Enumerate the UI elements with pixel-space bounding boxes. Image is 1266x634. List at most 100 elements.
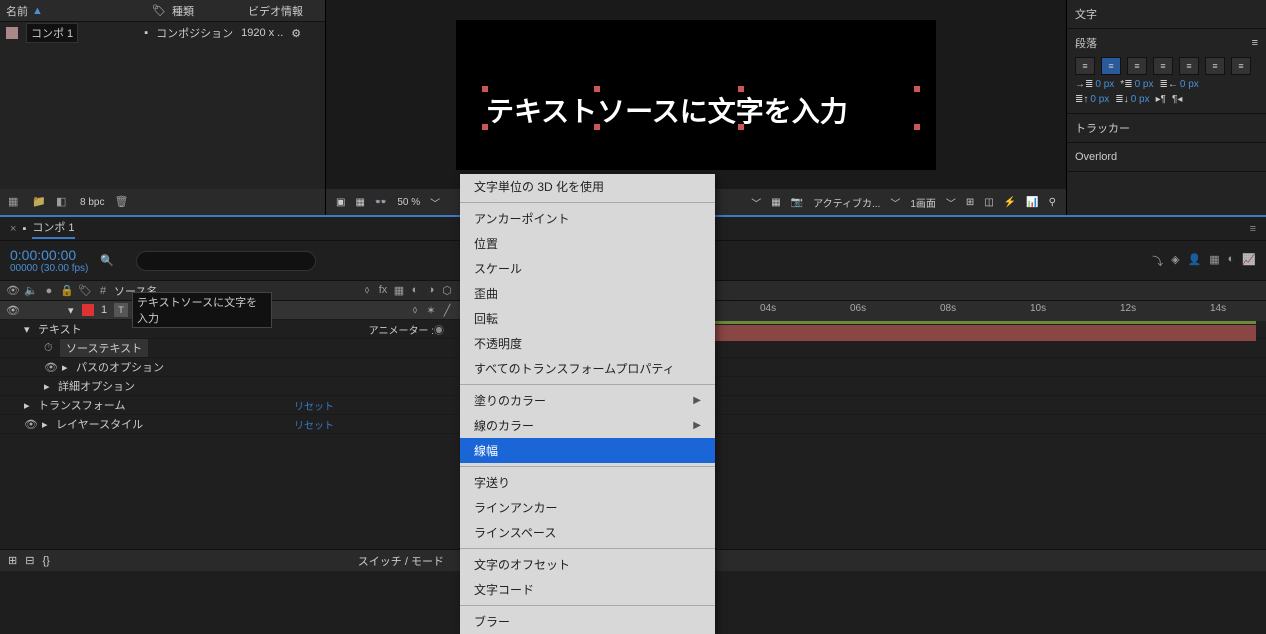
project-item-row[interactable]: コンポ 1 ▪ コンポジション 1920 x .. ⚙ — [0, 22, 325, 44]
menu-item-stroke-color[interactable]: 線のカラー▶ — [460, 413, 715, 438]
grid-icon[interactable]: ▦ — [355, 197, 364, 208]
menu-item-rotation[interactable]: 回転 — [460, 306, 715, 331]
toggle-modes-icon[interactable]: ⊟ — [25, 554, 34, 567]
timeline-search-input[interactable] — [136, 251, 316, 271]
camera-dropdown[interactable]: アクティブカ... — [813, 195, 880, 210]
switch-icon[interactable]: ⬨ — [408, 304, 422, 317]
justify-last-left-button[interactable]: ≡ — [1153, 57, 1173, 75]
chevron-right-icon[interactable]: ▸ — [62, 361, 72, 374]
align-center-button[interactable]: ≡ — [1101, 57, 1121, 75]
col-type[interactable]: 種類 — [172, 3, 242, 19]
selection-handle[interactable] — [738, 86, 744, 92]
text-layer-preview[interactable]: テキストソースに文字を入力 — [486, 90, 848, 130]
stopwatch-icon[interactable]: ⏱ — [44, 342, 56, 355]
flowchart-icon[interactable]: ⚲ — [1049, 197, 1056, 208]
align-left-button[interactable]: ≡ — [1075, 57, 1095, 75]
toggle-in-out-icon[interactable]: {} — [42, 555, 49, 567]
indent-first[interactable]: *≣ 0 px — [1120, 79, 1153, 90]
views-dropdown[interactable]: 1画面 — [910, 195, 936, 210]
animator-add-icon[interactable]: ◉ — [434, 326, 444, 337]
switch-icon[interactable]: ✶ — [424, 304, 438, 317]
align-right-button[interactable]: ≡ — [1127, 57, 1147, 75]
mask-icon[interactable]: ▣ — [336, 197, 345, 208]
motion-blur-icon[interactable]: ◐ — [1228, 253, 1235, 269]
character-panel[interactable]: 文字 — [1067, 0, 1266, 29]
direction-ltr[interactable]: ▸¶ — [1156, 94, 1166, 105]
interpret-icon[interactable]: ▦ — [8, 195, 22, 209]
reset-link[interactable]: リセット — [294, 417, 334, 432]
indent-right[interactable]: ≣← 0 px — [1159, 79, 1198, 90]
canvas[interactable]: テキストソースに文字を入力 — [456, 20, 936, 170]
menu-item-3d-per-char[interactable]: 文字単位の 3D 化を使用 — [460, 174, 715, 199]
draft3d-icon[interactable]: ◈ — [1171, 253, 1179, 269]
new-folder-icon[interactable]: 📁 — [32, 195, 46, 209]
toggle-switches-icon[interactable]: ⊞ — [8, 554, 17, 567]
chevron-right-icon[interactable]: ▸ — [44, 380, 54, 393]
transparency-grid-icon[interactable]: ▦ — [771, 197, 780, 208]
direction-rtl[interactable]: ¶◂ — [1172, 94, 1182, 105]
eye-icon[interactable]: 👁 — [6, 304, 20, 317]
menu-item-line-anchor[interactable]: ラインアンカー — [460, 495, 715, 520]
menu-item-skew[interactable]: 歪曲 — [460, 281, 715, 306]
menu-item-line-spacing[interactable]: ラインスペース — [460, 520, 715, 545]
menu-item-opacity[interactable]: 不透明度 — [460, 331, 715, 356]
view-options-icon[interactable]: ⊞ — [966, 197, 974, 208]
col-video-info[interactable]: ビデオ情報 — [248, 3, 303, 19]
menu-item-char-offset[interactable]: 文字のオフセット — [460, 552, 715, 577]
menu-item-char-value[interactable]: 文字コード — [460, 577, 715, 602]
zoom-level[interactable]: 50 % — [397, 197, 420, 208]
tab-comp[interactable]: コンポ 1 — [32, 219, 74, 239]
justify-all-button[interactable]: ≡ — [1231, 57, 1251, 75]
col-name[interactable]: 名前 ▲ — [6, 3, 146, 19]
timeline-icon[interactable]: 📊 — [1026, 197, 1038, 208]
menu-item-anchor[interactable]: アンカーポイント — [460, 206, 715, 231]
space-after[interactable]: ≣↓ 0 px — [1115, 94, 1149, 105]
panel-menu-icon[interactable]: ≡ — [1250, 223, 1256, 235]
flowchart-icon[interactable]: ⚙ — [291, 27, 301, 40]
comp-mini-flow-icon[interactable]: ⤵ — [1152, 253, 1163, 269]
panel-menu-icon[interactable]: ≡ — [1252, 37, 1258, 49]
eye-icon[interactable]: 👁 — [24, 418, 38, 431]
overlord-panel[interactable]: Overlord — [1067, 143, 1266, 172]
frame-blend-icon[interactable]: ▦ — [1209, 253, 1219, 269]
chevron-down-icon[interactable]: ▾ — [24, 323, 34, 336]
menu-item-position[interactable]: 位置 — [460, 231, 715, 256]
menu-item-blur[interactable]: ブラー — [460, 609, 715, 634]
selection-handle[interactable] — [738, 124, 744, 130]
chevron-down-icon[interactable]: ▾ — [68, 304, 78, 317]
close-tab-icon[interactable]: × — [10, 223, 16, 235]
menu-item-all-transform[interactable]: すべてのトランスフォームプロパティ — [460, 356, 715, 381]
fast-preview-icon[interactable]: ⚡ — [1004, 197, 1016, 208]
bpc-label[interactable]: 8 bpc — [80, 197, 104, 208]
resolution-dropdown[interactable]: ﹀ — [751, 195, 761, 210]
menu-item-fill-color[interactable]: 塗りのカラー▶ — [460, 388, 715, 413]
justify-last-right-button[interactable]: ≡ — [1205, 57, 1225, 75]
selection-handle[interactable] — [482, 124, 488, 130]
menu-item-stroke-width[interactable]: 線幅 — [460, 438, 715, 463]
chevron-down-icon[interactable]: ﹀ — [430, 195, 440, 210]
graph-editor-icon[interactable]: 📈 — [1242, 253, 1256, 269]
chevron-right-icon[interactable]: ▸ — [42, 418, 52, 431]
goggles-icon[interactable]: 👓 — [375, 197, 387, 208]
switch-mode-toggle[interactable]: スイッチ / モード — [358, 553, 444, 569]
selection-handle[interactable] — [594, 86, 600, 92]
trash-icon[interactable]: 🗑 — [114, 195, 128, 209]
shy-icon[interactable]: 👤 — [1188, 253, 1202, 269]
layer-color-swatch[interactable] — [82, 304, 94, 316]
space-before[interactable]: ≣↑ 0 px — [1075, 94, 1109, 105]
selection-handle[interactable] — [914, 86, 920, 92]
pixel-aspect-icon[interactable]: ◫ — [984, 197, 993, 208]
justify-last-center-button[interactable]: ≡ — [1179, 57, 1199, 75]
chevron-right-icon[interactable]: ▸ — [24, 399, 34, 412]
selection-handle[interactable] — [594, 124, 600, 130]
selection-handle[interactable] — [482, 86, 488, 92]
switch-icon[interactable]: ╱ — [440, 304, 454, 317]
tracker-panel[interactable]: トラッカー — [1067, 114, 1266, 143]
eye-icon[interactable]: 👁 — [44, 361, 58, 374]
indent-left[interactable]: →≣ 0 px — [1075, 79, 1114, 90]
new-comp-icon[interactable]: ◧ — [56, 195, 70, 209]
camera-icon[interactable]: 📷 — [791, 197, 803, 208]
timecode[interactable]: 0:00:00:00 — [10, 247, 88, 263]
comp-name[interactable]: コンポ 1 — [26, 23, 78, 43]
menu-item-scale[interactable]: スケール — [460, 256, 715, 281]
